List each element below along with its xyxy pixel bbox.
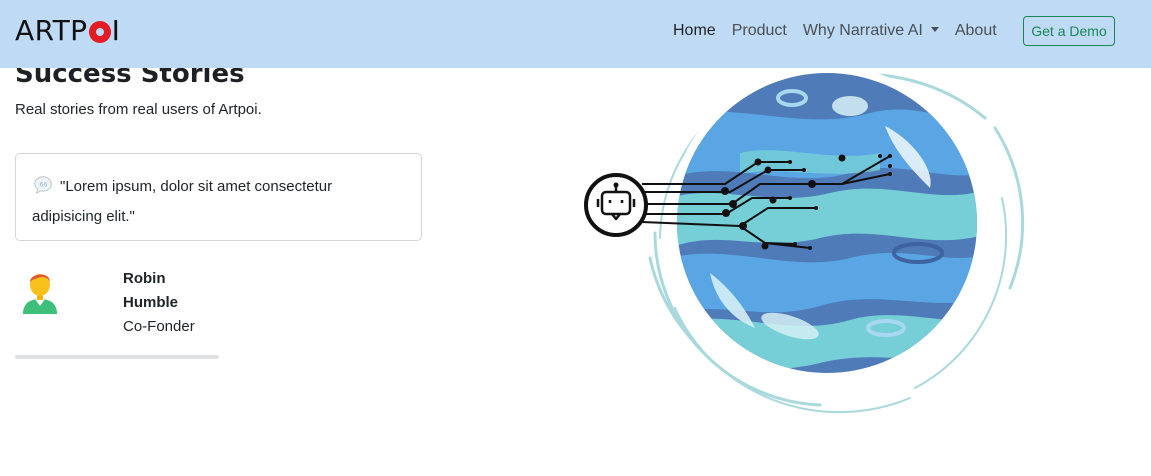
main-nav: Home Product Why Narrative AI About [673, 20, 1013, 42]
author-role: Co-Fonder [123, 318, 195, 335]
nav-home[interactable]: Home [673, 20, 716, 42]
nav-why-narrative-ai[interactable]: Why Narrative AI [803, 20, 939, 42]
nav-about[interactable]: About [955, 20, 997, 42]
nav-why-narrative-ai-label: Why Narrative AI [802, 22, 923, 39]
testimonial-quote: 66 "Lorem ipsum, dolor sit amet consecte… [32, 172, 405, 232]
page-subtitle: Real stories from real users of Artpoi. [15, 101, 262, 118]
user-avatar-icon [23, 274, 57, 314]
chat-bubble-icon: 66 [34, 176, 52, 195]
svg-text:66: 66 [39, 180, 47, 188]
author-name: Robin Humble [123, 270, 179, 311]
brand-text-end: I [111, 14, 121, 47]
nav-product[interactable]: Product [732, 20, 787, 42]
navbar: ARTP I Home Product Why Narrative AI Abou… [0, 0, 1151, 68]
testimonial-author: Robin Humble Co-Fonder [123, 267, 195, 339]
testimonial-card: 66 "Lorem ipsum, dolor sit amet consecte… [15, 153, 422, 241]
caret-down-icon [930, 27, 939, 32]
get-a-demo-button[interactable]: Get a Demo [1023, 16, 1115, 46]
brand-text-start: ARTP [15, 14, 88, 47]
brand-logo[interactable]: ARTP I [15, 14, 120, 48]
testimonial-quote-text: "Lorem ipsum, dolor sit amet consectetur… [32, 178, 333, 225]
carousel-indicator[interactable] [15, 355, 219, 359]
brand-o-icon [88, 21, 111, 43]
ai-planet-illustration [584, 65, 1025, 414]
